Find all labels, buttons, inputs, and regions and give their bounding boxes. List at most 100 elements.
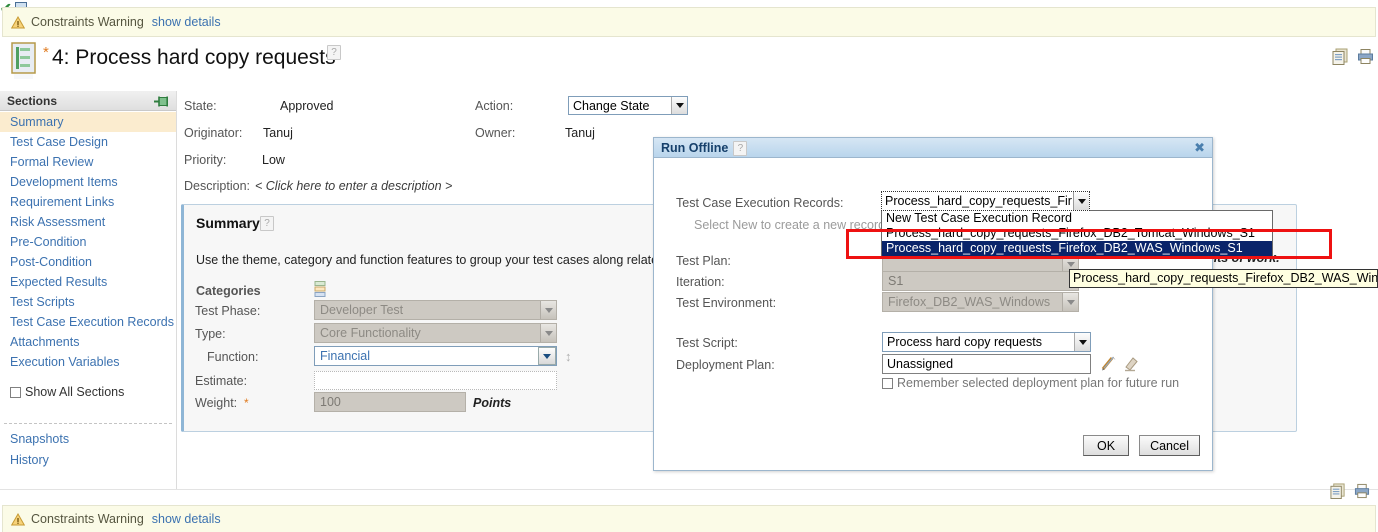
action-select-value: Change State [573, 98, 650, 113]
dialog-buttons: OK Cancel [1083, 435, 1200, 456]
state-label: State: [184, 99, 217, 113]
run-offline-dialog: Run Offline ? ✖ Test Case Execution Reco… [653, 137, 1213, 471]
deployment-plan-input[interactable]: Unassigned [882, 354, 1091, 374]
test-phase-label: Test Phase: [195, 304, 261, 318]
remember-label: Remember selected deployment plan for fu… [897, 376, 1180, 390]
chevron-down-icon [540, 324, 556, 342]
chevron-down-icon [1062, 293, 1078, 311]
description-label: Description: [184, 179, 250, 193]
sidebar-item-test-case-execution-records[interactable]: Test Case Execution Records [0, 312, 176, 332]
priority-value: Low [262, 153, 285, 167]
categories-icon[interactable] [314, 281, 328, 302]
test-script-select[interactable]: Process hard copy requests [882, 332, 1091, 352]
show-details-link[interactable]: show details [152, 15, 221, 29]
test-script-value: Process hard copy requests [887, 335, 1042, 349]
remember-deployment-plan-checkbox[interactable]: Remember selected deployment plan for fu… [882, 376, 1179, 390]
sidebar-item-development-items[interactable]: Development Items [0, 172, 176, 192]
sidebar-item-summary[interactable]: Summary [0, 112, 176, 132]
page-root: Constraints Warning show details * 4: Pr… [0, 0, 1378, 532]
sort-arrows-icon[interactable]: ↕ [565, 349, 572, 364]
sidebar-item-attachments[interactable]: Attachments [0, 332, 176, 352]
test-case-document-icon [10, 42, 40, 80]
constraints-warning-banner-top: Constraints Warning show details [2, 7, 1376, 37]
print-icon[interactable] [1354, 483, 1370, 502]
sidebar-item-execution-variables[interactable]: Execution Variables [0, 352, 176, 372]
summary-section-title: Summary [196, 215, 260, 231]
sidebar-item-risk-assessment[interactable]: Risk Assessment [0, 212, 176, 232]
content-bottom-separator [0, 489, 1378, 490]
pencil-edit-icon[interactable] [1100, 354, 1118, 375]
history-link[interactable]: History [10, 453, 49, 467]
sidebar-item-formal-review[interactable]: Formal Review [0, 152, 176, 172]
dropdown-option-new[interactable]: New Test Case Execution Record [882, 211, 1272, 226]
weight-input: 100 [314, 392, 466, 412]
warning-text: Constraints Warning [31, 15, 144, 29]
type-label: Type: [195, 327, 226, 341]
select-new-hint: Select New to create a new record [694, 218, 886, 232]
top-right-toolbar [1332, 48, 1374, 68]
checkbox-box [882, 377, 893, 389]
dropdown-option-tomcat[interactable]: Process_hard_copy_requests_Firefox_DB2_T… [882, 226, 1272, 241]
ok-button[interactable]: OK [1083, 435, 1130, 456]
eraser-clear-icon[interactable] [1122, 355, 1140, 375]
sidebar-item-expected-results[interactable]: Expected Results [0, 272, 176, 292]
estimate-input[interactable] [314, 371, 557, 390]
iteration-input: S1 [882, 271, 1079, 291]
sidebar-item-test-scripts[interactable]: Test Scripts [0, 292, 176, 312]
test-environment-value: Firefox_DB2_WAS_Windows [888, 295, 1051, 309]
summary-description: Use the theme, category and function fea… [196, 253, 666, 267]
originator-value: Tanuj [263, 126, 293, 140]
iteration-label: Iteration: [676, 275, 725, 289]
tcer-select[interactable]: Process_hard_copy_requests_Fir [881, 191, 1090, 211]
pin-icon[interactable] [154, 94, 170, 114]
checkbox-box [10, 386, 21, 398]
chevron-down-icon [540, 301, 556, 319]
sections-header: Sections [0, 91, 176, 111]
show-all-sections-checkbox[interactable]: Show All Sections [10, 385, 124, 399]
tcer-select-value: Process_hard_copy_requests_Fir [885, 194, 1072, 208]
sidebar-separator [4, 423, 172, 424]
dialog-titlebar: Run Offline ? ✖ [654, 138, 1212, 158]
chevron-down-icon [1074, 333, 1090, 351]
weight-label: Weight: [195, 396, 238, 410]
action-select[interactable]: Change State [568, 96, 688, 115]
function-label: Function: [207, 350, 259, 364]
function-select[interactable]: Financial [314, 346, 557, 366]
sidebar-item-pre-condition[interactable]: Pre-Condition [0, 232, 176, 252]
chevron-down-icon [538, 347, 556, 365]
action-label: Action: [475, 99, 514, 113]
dialog-help-icon[interactable]: ? [733, 140, 748, 156]
title-help-icon[interactable]: ? [327, 44, 341, 60]
sidebar-item-requirement-links[interactable]: Requirement Links [0, 192, 176, 212]
copy-icon[interactable] [1330, 483, 1346, 502]
test-plan-label: Test Plan: [676, 254, 731, 268]
test-environment-label: Test Environment: [676, 296, 777, 310]
description-value[interactable]: < Click here to enter a description > [255, 179, 452, 193]
sidebar-divider-vertical [176, 91, 177, 489]
sidebar-item-post-condition[interactable]: Post-Condition [0, 252, 176, 272]
required-marker: * [244, 396, 249, 410]
dialog-title: Run Offline [661, 140, 729, 155]
summary-help-icon[interactable]: ? [260, 215, 274, 231]
show-details-link[interactable]: show details [152, 512, 221, 526]
copy-icon[interactable] [1332, 48, 1349, 68]
test-phase-value: Developer Test [320, 303, 404, 317]
close-icon[interactable]: ✖ [1194, 141, 1205, 154]
snapshots-link[interactable]: Snapshots [10, 432, 69, 446]
owner-label: Owner: [475, 126, 516, 140]
page-title: 4: Process hard copy requests [52, 46, 336, 69]
dropdown-option-was[interactable]: Process_hard_copy_requests_Firefox_DB2_W… [882, 241, 1272, 256]
tcer-dropdown-list[interactable]: New Test Case Execution Record Process_h… [881, 210, 1273, 257]
bottom-right-toolbar [1330, 483, 1370, 502]
dropdown-tooltip: Process_hard_copy_requests_Firefox_DB2_W… [1069, 269, 1378, 288]
owner-value: Tanuj [565, 126, 595, 140]
print-icon[interactable] [1357, 48, 1374, 68]
weight-value: 100 [320, 395, 341, 409]
iteration-value: S1 [888, 274, 904, 288]
tcer-label: Test Case Execution Records: [676, 196, 844, 210]
state-value: Approved [280, 99, 334, 113]
sidebar-item-test-case-design[interactable]: Test Case Design [0, 132, 176, 152]
sections-title: Sections [7, 94, 58, 108]
priority-label: Priority: [184, 153, 227, 167]
cancel-button[interactable]: Cancel [1139, 435, 1200, 456]
